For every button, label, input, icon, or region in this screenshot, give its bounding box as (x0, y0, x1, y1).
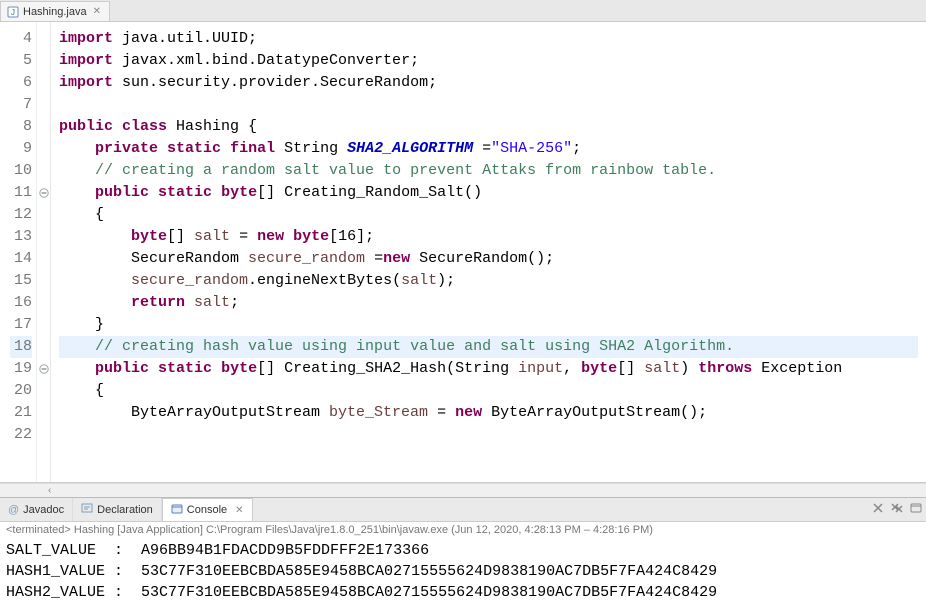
code-line[interactable]: byte[] salt = new byte[16]; (59, 226, 918, 248)
line-number: 4 (10, 28, 32, 50)
line-number: 6 (10, 72, 32, 94)
code-line[interactable]: public class Hashing { (59, 116, 918, 138)
line-number: 10 (10, 160, 32, 182)
code-line[interactable]: import javax.xml.bind.DatatypeConverter; (59, 50, 918, 72)
code-line[interactable]: secure_random.engineNextBytes(salt); (59, 270, 918, 292)
editor-tab-hashing[interactable]: J Hashing.java ✕ (0, 1, 110, 21)
annotation-column (37, 22, 51, 482)
line-number: 19 (10, 358, 32, 380)
tab-console[interactable]: Console ✕ (162, 498, 253, 521)
line-number: 15 (10, 270, 32, 292)
code-line[interactable]: import java.util.UUID; (59, 28, 918, 50)
code-line[interactable] (59, 424, 918, 446)
bottom-tab-bar: @ Javadoc Declaration Console ✕ (0, 498, 926, 522)
javadoc-icon: @ (8, 504, 19, 516)
line-number: 5 (10, 50, 32, 72)
fold-collapse-icon[interactable] (39, 364, 49, 374)
code-line[interactable] (59, 94, 918, 116)
display-selected-console-icon[interactable] (910, 502, 922, 517)
console-output[interactable]: SALT_VALUE : A96BB94B1FDACDD9B5FDDFFF2E1… (0, 538, 926, 613)
line-number: 16 (10, 292, 32, 314)
line-number: 12 (10, 204, 32, 226)
line-number: 9 (10, 138, 32, 160)
editor-horizontal-scrollbar[interactable]: ‹ (0, 483, 926, 497)
line-number: 13 (10, 226, 32, 248)
line-number: 21 (10, 402, 32, 424)
code-line[interactable]: ByteArrayOutputStream byte_Stream = new … (59, 402, 918, 424)
code-line[interactable]: // creating hash value using input value… (59, 336, 918, 358)
close-icon[interactable]: ✕ (91, 6, 103, 17)
scroll-left-icon[interactable]: ‹ (48, 485, 51, 496)
line-number-gutter: 45678910111213141516171819202122 (0, 22, 37, 482)
console-header: <terminated> Hashing [Java Application] … (0, 522, 926, 538)
remove-launch-icon[interactable] (872, 502, 884, 517)
code-line[interactable]: SecureRandom secure_random =new SecureRa… (59, 248, 918, 270)
line-number: 11 (10, 182, 32, 204)
declaration-icon (81, 502, 93, 517)
tab-declaration[interactable]: Declaration (73, 498, 162, 521)
code-line[interactable]: } (59, 314, 918, 336)
line-number: 18 (10, 336, 32, 358)
code-line[interactable]: public static byte[] Creating_Random_Sal… (59, 182, 918, 204)
line-number: 17 (10, 314, 32, 336)
code-line[interactable]: private static final String SHA2_ALGORIT… (59, 138, 918, 160)
tab-declaration-label: Declaration (97, 504, 153, 516)
tab-javadoc-label: Javadoc (23, 504, 64, 516)
console-toolbar (872, 502, 922, 517)
code-line[interactable]: import sun.security.provider.SecureRando… (59, 72, 918, 94)
editor-tab-label: Hashing.java (23, 6, 87, 18)
code-line[interactable]: // creating a random salt value to preve… (59, 160, 918, 182)
line-number: 14 (10, 248, 32, 270)
close-icon[interactable]: ✕ (231, 505, 243, 516)
tab-console-label: Console (187, 504, 227, 516)
code-line[interactable]: { (59, 380, 918, 402)
fold-collapse-icon[interactable] (39, 188, 49, 198)
svg-text:J: J (11, 8, 15, 17)
remove-all-icon[interactable] (890, 502, 904, 517)
code-line[interactable]: return salt; (59, 292, 918, 314)
bottom-panel: @ Javadoc Declaration Console ✕ (0, 497, 926, 613)
line-number: 20 (10, 380, 32, 402)
editor-tab-bar: J Hashing.java ✕ (0, 0, 926, 22)
tab-javadoc[interactable]: @ Javadoc (0, 498, 73, 521)
line-number: 8 (10, 116, 32, 138)
code-content[interactable]: import java.util.UUID;import javax.xml.b… (51, 22, 926, 482)
line-number: 22 (10, 424, 32, 446)
code-editor[interactable]: 45678910111213141516171819202122 import … (0, 22, 926, 483)
code-line[interactable]: public static byte[] Creating_SHA2_Hash(… (59, 358, 918, 380)
code-line[interactable]: { (59, 204, 918, 226)
console-icon (171, 503, 183, 518)
line-number: 7 (10, 94, 32, 116)
java-file-icon: J (7, 6, 19, 18)
